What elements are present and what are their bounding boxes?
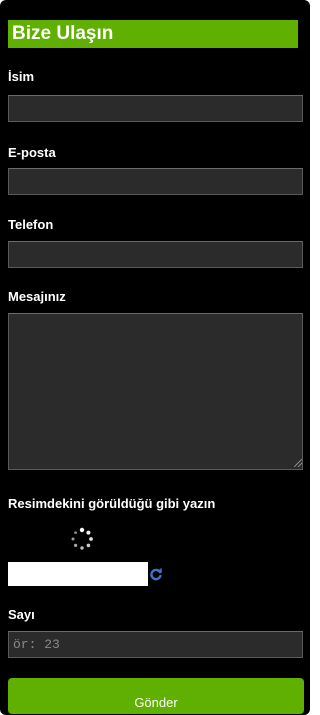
captcha-instruction: Resimdekini görüldüğü gibi yazın <box>8 496 216 511</box>
name-field[interactable] <box>8 95 303 122</box>
name-label: İsim <box>8 69 35 84</box>
phone-label: Telefon <box>8 217 54 232</box>
email-label: E-posta <box>8 145 56 160</box>
resize-grip-icon[interactable] <box>294 459 302 467</box>
contact-form-panel: Bize Ulaşın İsim E-posta Telefon Mesajın… <box>0 0 310 715</box>
submit-button[interactable]: Gönder <box>8 678 304 714</box>
refresh-icon[interactable] <box>149 567 163 581</box>
message-textarea[interactable] <box>8 313 303 470</box>
form-title: Bize Ulaşın <box>8 20 298 48</box>
loading-spinner-icon <box>71 527 93 550</box>
message-label: Mesajınız <box>8 289 66 304</box>
captcha-input[interactable] <box>8 562 148 586</box>
email-field[interactable] <box>8 168 303 195</box>
number-field[interactable] <box>8 631 303 658</box>
phone-field[interactable] <box>8 241 303 268</box>
number-label: Sayı <box>8 607 35 622</box>
